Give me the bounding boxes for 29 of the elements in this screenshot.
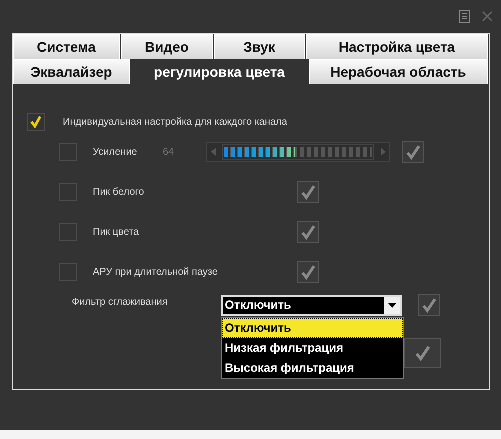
list-icon[interactable] [459,10,470,23]
value-text: 64 [163,146,176,158]
slider[interactable] [206,142,390,162]
checkbox[interactable] [27,113,45,131]
tab[interactable]: Система [13,34,120,59]
checkbox[interactable] [59,183,77,201]
tab[interactable]: Звук [214,34,305,59]
setting-label: АРУ при длительной паузе [93,266,219,278]
setting-label: Усиление [93,146,138,158]
setting-label: Пик белого [93,186,146,198]
tick-button[interactable] [404,338,441,368]
tick-button[interactable] [297,221,319,243]
tick-button[interactable] [418,294,440,316]
checkbox[interactable] [59,223,77,241]
dropdown[interactable]: Отключить [221,294,402,316]
tab[interactable]: Нерабочая область [309,59,488,84]
tab[interactable]: Эквалайзер [13,59,130,84]
tab[interactable]: Видео [121,34,213,59]
checkbox[interactable] [59,143,77,161]
tick-button[interactable] [297,261,319,283]
tick-button[interactable] [402,141,424,163]
tab[interactable]: Настройка цвета [306,34,488,59]
tick-button[interactable] [297,181,319,203]
close-icon[interactable] [482,11,493,22]
filter-label: Фильтр сглаживания [72,297,169,308]
setting-label: Пик цвета [93,226,140,238]
checkbox[interactable] [59,263,77,281]
dropdown-option[interactable]: Отключить [222,318,403,338]
checkbox-label: Индивидуальная настройка для каждого канала [63,116,288,128]
